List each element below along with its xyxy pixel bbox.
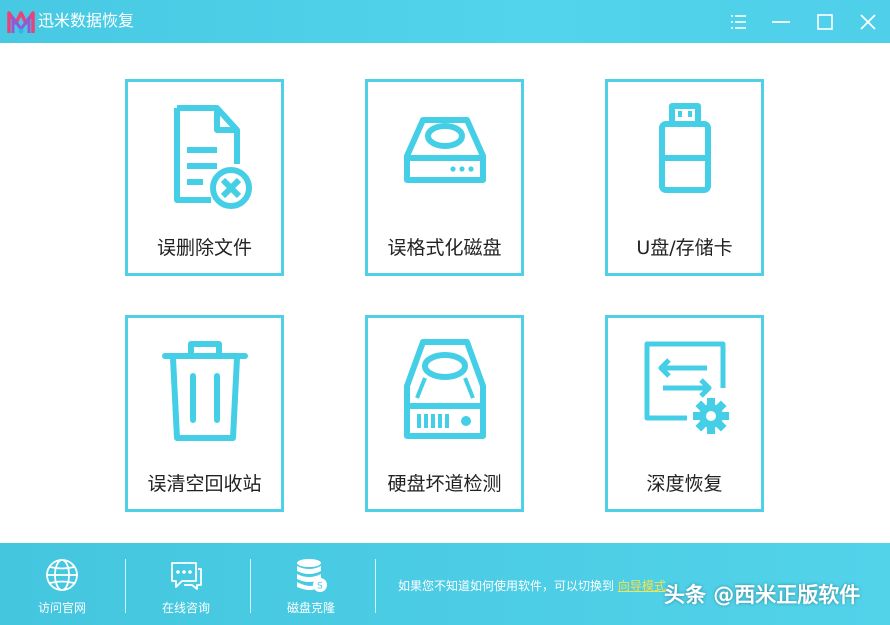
footer-divider <box>375 559 376 613</box>
deep-recovery-icon <box>644 341 729 434</box>
close-icon <box>860 14 876 30</box>
footer-button-label: 在线咨询 <box>161 601 210 615</box>
card-deep-recovery[interactable]: 深度恢复 <box>605 315 764 512</box>
card-label: 深度恢复 <box>646 473 723 495</box>
footer-divider <box>250 559 251 613</box>
main-panel: 误删除文件 误格式化磁盘 U盘/存储卡 误清空回收站 硬盘坏道检测 深度恢复 <box>0 43 890 543</box>
card-deleted-files[interactable]: 误删除文件 <box>125 79 284 276</box>
guide-mode-link[interactable]: 向导模式 <box>618 579 666 593</box>
title-bar: 迅米数据恢复 <box>0 0 890 43</box>
card-label: 误清空回收站 <box>147 473 262 495</box>
card-label: 误删除文件 <box>156 237 252 259</box>
maximize-button[interactable] <box>811 8 839 36</box>
deleted-file-icon <box>173 105 252 209</box>
card-label: 硬盘坏道检测 <box>387 473 502 495</box>
chat-icon <box>171 562 202 590</box>
minimize-icon <box>772 21 790 23</box>
card-label: U盘/存储卡 <box>636 237 733 259</box>
app-title: 迅米数据恢复 <box>38 11 135 30</box>
footer-divider <box>125 559 126 613</box>
online-consult-button[interactable]: 在线咨询 <box>141 557 231 619</box>
visit-website-button[interactable]: 访问官网 <box>17 557 107 619</box>
format-disk-icon <box>403 117 486 183</box>
maximize-icon <box>817 14 833 30</box>
recycle-bin-icon <box>161 341 248 441</box>
card-usb-storage[interactable]: U盘/存储卡 <box>605 79 764 276</box>
footer-button-label: 磁盘克隆 <box>286 601 335 615</box>
card-label: 误格式化磁盘 <box>387 237 502 259</box>
card-bad-sector-check[interactable]: 硬盘坏道检测 <box>365 315 524 512</box>
close-button[interactable] <box>854 8 882 36</box>
card-recycle-bin[interactable]: 误清空回收站 <box>125 315 284 512</box>
usb-drive-icon <box>658 103 711 193</box>
menu-button[interactable] <box>724 8 752 36</box>
watermark-text: 头条 @西米正版软件 <box>664 583 861 607</box>
disk-clone-icon: S <box>297 559 327 592</box>
disk-clone-button[interactable]: S 磁盘克隆 <box>266 557 356 619</box>
minimize-button[interactable] <box>767 8 795 36</box>
svg-text:S: S <box>317 582 323 592</box>
footer-button-label: 访问官网 <box>37 601 86 615</box>
guide-mode-hint: 如果您不知道如何使用软件，可以切换到 向导模式 <box>398 579 666 593</box>
globe-icon <box>46 559 78 591</box>
hard-disk-check-icon <box>403 339 486 439</box>
xunmi-logo-icon <box>7 11 35 34</box>
menu-icon <box>731 15 746 29</box>
hint-text: 如果您不知道如何使用软件，可以切换到 <box>398 579 615 593</box>
card-format-disk[interactable]: 误格式化磁盘 <box>365 79 524 276</box>
